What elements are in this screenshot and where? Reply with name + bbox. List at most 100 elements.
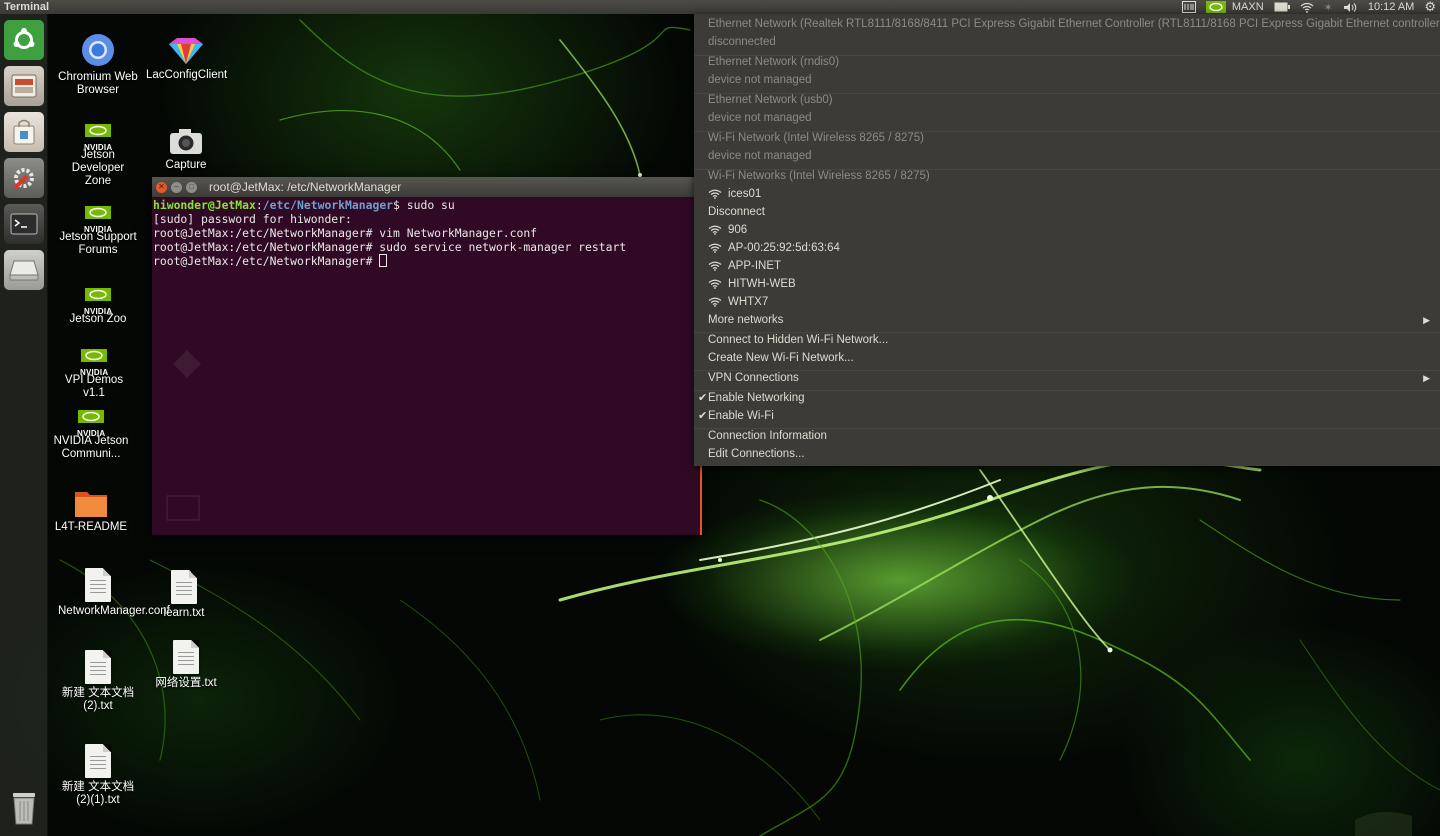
- nvidia-logo-icon: NVIDIA: [84, 206, 112, 234]
- files-launcher-button[interactable]: [4, 66, 44, 106]
- terminal-titlebar[interactable]: ✕ ‒ □ root@JetMax: /etc/NetworkManager: [152, 177, 700, 197]
- terminal-title: root@JetMax: /etc/NetworkManager: [209, 180, 402, 194]
- ethernet-usb0-title: Ethernet Network (usb0): [708, 94, 833, 106]
- text-file-icon: [85, 744, 111, 778]
- system-settings-launcher-button[interactable]: [4, 158, 44, 198]
- desktop-icon-learn-txt[interactable]: learn.txt: [144, 570, 224, 620]
- create-new-wifi-item[interactable]: Create New Wi-Fi Network...: [708, 350, 1434, 367]
- wifi-network-connected[interactable]: ices01: [708, 186, 1434, 203]
- ethernet-usb0-status: device not managed: [708, 112, 812, 124]
- more-networks-submenu[interactable]: More networks ▶: [708, 312, 1434, 329]
- connect-hidden-wifi-item[interactable]: Connect to Hidden Wi-Fi Network...: [708, 332, 1434, 349]
- desktop-icon-vpi-demos[interactable]: NVIDIA VPI Demos v1.1: [54, 349, 134, 400]
- disk-launcher-button[interactable]: [4, 250, 44, 290]
- enable-networking-toggle[interactable]: ✔ Enable Networking: [698, 390, 1434, 407]
- software-center-launcher-button[interactable]: [4, 112, 44, 152]
- submenu-arrow-icon: ▶: [1423, 315, 1430, 325]
- desktop-icon-label: Jetson Support Forums: [59, 231, 137, 256]
- desktop-icon-label: Jetson Developer Zone: [71, 149, 125, 187]
- ubuntu-logo-icon: [13, 28, 35, 49]
- connection-information-item[interactable]: Connection Information: [708, 428, 1434, 445]
- nvidia-logo-icon: NVIDIA: [80, 349, 108, 377]
- wifi-signal-icon: [708, 189, 722, 199]
- ubuntu-dash-button[interactable]: [4, 20, 44, 60]
- indicator-area: MAXN ✶ 10:12 AM ⚙: [1181, 0, 1440, 15]
- wifi-indicator-icon[interactable]: [1300, 2, 1314, 13]
- wifi-signal-icon: [708, 279, 722, 289]
- desktop-icon-label: Capture: [165, 159, 207, 171]
- terminal-line: hiwonder@JetMax:/etc/NetworkManager$ sud…: [153, 198, 455, 212]
- settings-wrench-icon: [13, 168, 34, 190]
- desktop-icon-jetson-developer-zone[interactable]: NVIDIA Jetson Developer Zone: [58, 124, 138, 188]
- terminal-line: [sudo] password for hiwonder:: [153, 212, 352, 226]
- shopping-bag-icon: [13, 119, 35, 145]
- disconnect-menu-item[interactable]: Disconnect: [708, 204, 1434, 221]
- text-file-icon: [85, 568, 111, 602]
- nvidia-logo-icon: NVIDIA: [77, 410, 105, 438]
- desktop-icon-label: 新建 文本文档 (2).txt: [61, 687, 135, 712]
- desktop-icon-label: 网络设置.txt: [155, 677, 217, 689]
- network-indicator-menu: Ethernet Network (Realtek RTL8111/8168/8…: [694, 14, 1440, 466]
- gear-icon[interactable]: ⚙: [1424, 0, 1436, 15]
- checkmark-icon: ✔: [698, 410, 708, 422]
- top-panel: Terminal MAXN ✶ 10:12 AM ⚙: [0, 0, 1440, 14]
- desktop-icon-label: 新建 文本文档 (2)(1).txt: [61, 781, 135, 806]
- enable-wifi-toggle[interactable]: ✔ Enable Wi-Fi: [698, 408, 1434, 425]
- trash-launcher-button[interactable]: [4, 788, 44, 828]
- wifi-network-item[interactable]: AP-00:25:92:5d:63:64: [708, 240, 1434, 257]
- ethernet-realtek-title: Ethernet Network (Realtek RTL8111/8168/8…: [708, 18, 1440, 30]
- terminal-window[interactable]: ✕ ‒ □ root@JetMax: /etc/NetworkManager h…: [152, 177, 702, 535]
- desktop-icon-capture[interactable]: Capture: [146, 128, 226, 172]
- nvidia-icon: [1205, 1, 1226, 13]
- desktop-icon-label: Chromium Web Browser: [58, 71, 138, 96]
- wifi-network-item[interactable]: WHTX7: [708, 294, 1434, 311]
- minimize-button[interactable]: ‒: [171, 181, 182, 193]
- keyboard-indicator-icon[interactable]: [1181, 1, 1196, 13]
- clock-indicator[interactable]: 10:12 AM: [1368, 1, 1414, 13]
- file-cabinet-icon: [11, 74, 37, 98]
- terminal-line: root@JetMax:/etc/NetworkManager# vim Net…: [153, 226, 538, 240]
- checkmark-icon: ✔: [698, 392, 708, 404]
- edit-connections-item[interactable]: Edit Connections...: [708, 446, 1434, 463]
- terminal-prompt-line: root@JetMax:/etc/NetworkManager#: [153, 254, 699, 268]
- bluetooth-indicator-icon[interactable]: ✶: [1324, 1, 1333, 14]
- terminal-launcher-button[interactable]: [4, 204, 44, 244]
- ghost-terminal-icon: [166, 495, 200, 521]
- desktop-icon-chromium[interactable]: Chromium Web Browser: [58, 32, 138, 97]
- nvidia-logo-icon: NVIDIA: [84, 124, 112, 152]
- vpn-connections-submenu[interactable]: VPN Connections ▶: [708, 370, 1434, 387]
- nvidia-power-mode-indicator[interactable]: MAXN: [1205, 1, 1264, 13]
- camera-icon: [170, 129, 202, 154]
- ethernet-rndis0-status: device not managed: [708, 74, 812, 86]
- desktop-icon-nvidia-jetson-community[interactable]: NVIDIA NVIDIA Jetson Communi...: [51, 410, 131, 461]
- wifi-network-item[interactable]: APP-INET: [708, 258, 1434, 275]
- ghost-desktop-icon: [173, 350, 201, 378]
- desktop-icon-label: Jetson Zoo: [69, 313, 127, 325]
- terminal-icon: [10, 213, 38, 235]
- desktop-icon-jetson-support-forums[interactable]: NVIDIA Jetson Support Forums: [58, 206, 138, 257]
- wifi-device-title: Wi-Fi Network (Intel Wireless 8265 / 827…: [708, 132, 925, 144]
- volume-indicator-icon[interactable]: [1343, 2, 1358, 13]
- desktop-icon-new-text-doc-2-1[interactable]: 新建 文本文档 (2)(1).txt: [58, 744, 138, 807]
- ethernet-rndis0-title: Ethernet Network (rndis0): [708, 56, 840, 68]
- wifi-signal-icon: [708, 225, 722, 235]
- wifi-signal-icon: [708, 261, 722, 271]
- desktop-icon-networkmanager-conf[interactable]: NetworkManager.conf: [58, 568, 170, 618]
- maximize-button[interactable]: □: [186, 181, 197, 193]
- wifi-network-item[interactable]: 906: [708, 222, 1434, 239]
- wifi-network-item[interactable]: HITWH-WEB: [708, 276, 1434, 293]
- desktop-icon-network-settings-txt[interactable]: 网络设置.txt: [146, 640, 226, 690]
- desktop-icon-lacconfigclient[interactable]: LacConfigClient: [146, 36, 227, 82]
- close-button[interactable]: ✕: [156, 181, 167, 193]
- battery-indicator-icon[interactable]: [1274, 2, 1290, 12]
- active-app-title: Terminal: [4, 1, 50, 13]
- desktop-icon-new-text-doc-2[interactable]: 新建 文本文档 (2).txt: [58, 650, 138, 713]
- wifi-networks-header: Wi-Fi Networks (Intel Wireless 8265 / 82…: [708, 170, 930, 182]
- power-mode-label: MAXN: [1231, 1, 1264, 13]
- desktop-icon-l4t-readme[interactable]: L4T-README: [51, 488, 131, 534]
- wifi-signal-icon: [708, 243, 722, 253]
- text-file-icon: [171, 570, 197, 604]
- terminal-line: root@JetMax:/etc/NetworkManager# sudo se…: [153, 240, 627, 254]
- desktop-icon-jetson-zoo[interactable]: NVIDIA Jetson Zoo: [58, 288, 138, 326]
- terminal-output[interactable]: hiwonder@JetMax:/etc/NetworkManager$ sud…: [152, 197, 700, 269]
